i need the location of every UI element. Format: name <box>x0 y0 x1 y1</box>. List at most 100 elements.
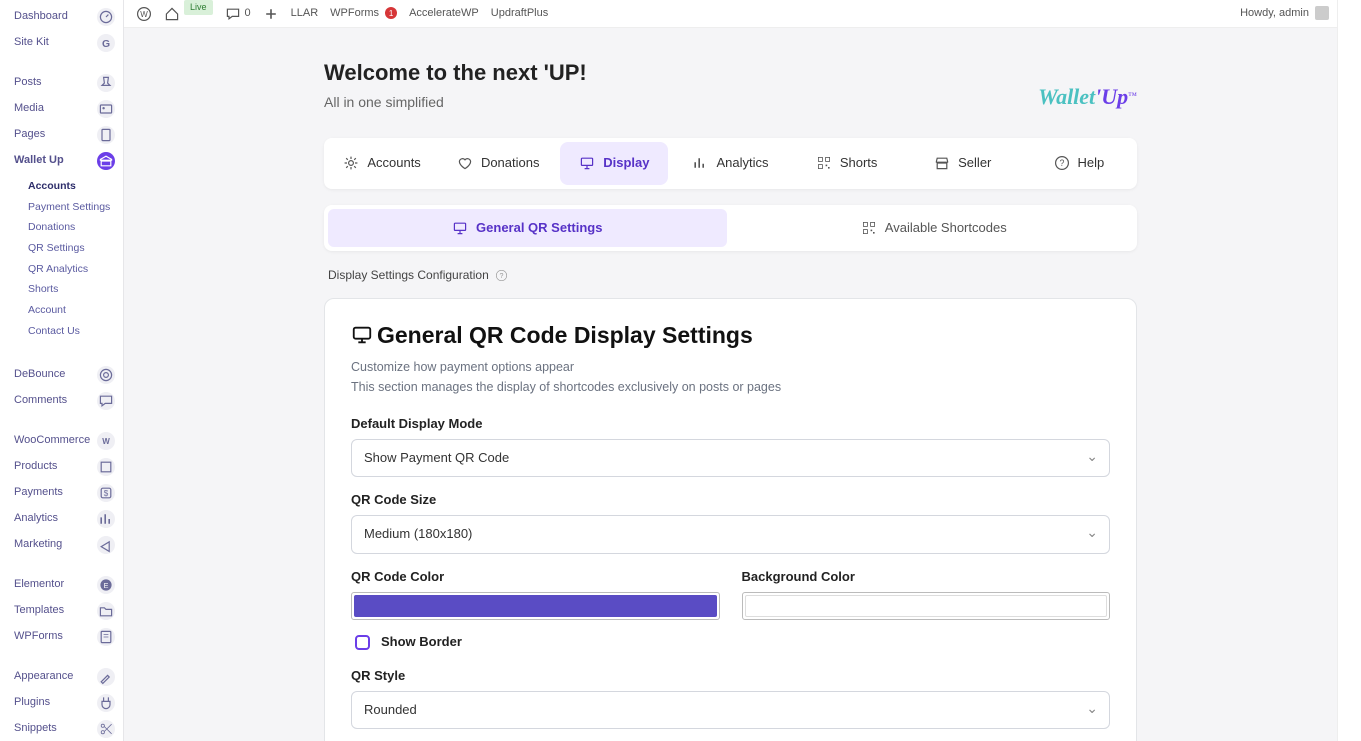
sidebar-item-appearance[interactable]: Appearance <box>0 664 123 690</box>
sidebar-item-dashboard[interactable]: Dashboard <box>0 4 123 30</box>
topbar-wpforms[interactable]: WPForms1 <box>330 6 397 21</box>
sidebar-item-snippets[interactable]: Snippets <box>0 716 123 741</box>
at-icon <box>97 366 115 384</box>
submenu-paymentsettings[interactable]: Payment Settings <box>18 197 123 218</box>
subtab-shortcodes[interactable]: Available Shortcodes <box>735 209 1134 247</box>
svg-text:W: W <box>140 10 148 19</box>
sidebar-item-walletup[interactable]: Wallet Up <box>0 148 123 174</box>
svg-text:E: E <box>104 581 109 590</box>
tab-accounts[interactable]: Accounts <box>328 142 436 184</box>
info-icon: ? <box>495 269 508 282</box>
topbar-acceleratewp[interactable]: AccelerateWP <box>409 6 479 21</box>
bars-icon <box>692 155 708 171</box>
el-icon: E <box>97 576 115 594</box>
home-icon[interactable]: Live <box>164 6 213 22</box>
bank-icon <box>97 152 115 170</box>
topbar-llar[interactable]: LLAR <box>291 6 319 21</box>
form-icon <box>97 628 115 646</box>
submenu-donations[interactable]: Donations <box>18 217 123 238</box>
sidebar-item-comments[interactable]: Comments <box>0 388 123 414</box>
chart-icon <box>97 510 115 528</box>
page-icon <box>97 126 115 144</box>
submenu-qrsettings[interactable]: QR Settings <box>18 238 123 259</box>
sidebar-item-payments[interactable]: Payments$ <box>0 480 123 506</box>
box-icon <box>97 458 115 476</box>
sidebar-item-templates[interactable]: Templates <box>0 598 123 624</box>
chat-icon <box>97 392 115 410</box>
walletup-submenu: AccountsPayment SettingsDonationsQR Sett… <box>0 174 123 348</box>
qrcolor-input[interactable] <box>351 592 720 620</box>
tab-display[interactable]: Display <box>560 142 668 184</box>
sidebar-item-wpforms2[interactable]: WPForms <box>0 624 123 650</box>
admin-sidebar: DashboardSite KitG PostsMediaPagesWallet … <box>0 0 124 741</box>
subtab-general[interactable]: General QR Settings <box>328 209 727 247</box>
monitor-icon <box>452 220 468 236</box>
walletup-logo: Wallet'Up™ <box>1038 82 1137 113</box>
folder-icon <box>97 602 115 620</box>
tab-help[interactable]: ?Help <box>1025 142 1133 184</box>
tab-donations[interactable]: Donations <box>444 142 552 184</box>
svg-text:$: $ <box>104 489 109 498</box>
border-checkbox[interactable] <box>355 635 370 650</box>
media-icon <box>97 100 115 118</box>
bgcolor-input[interactable] <box>742 592 1111 620</box>
sidebar-item-analytics[interactable]: Analytics <box>0 506 123 532</box>
woo-icon: W <box>97 432 115 450</box>
right-gutter <box>1337 0 1361 741</box>
svg-text:?: ? <box>1059 159 1064 169</box>
panel-desc: Customize how payment options appearThis… <box>351 357 1110 397</box>
wp-logo-icon[interactable]: W <box>136 6 152 22</box>
help-icon: ? <box>1054 155 1070 171</box>
size-label: QR Code Size <box>351 491 1110 509</box>
tab-shorts[interactable]: Shorts <box>793 142 901 184</box>
sidebar-item-debounce[interactable]: DeBounce <box>0 362 123 388</box>
config-heading: Display Settings Configuration ? <box>328 267 1137 284</box>
monitor-icon <box>579 155 595 171</box>
tab-seller[interactable]: Seller <box>909 142 1017 184</box>
sidebar-item-posts[interactable]: Posts <box>0 70 123 96</box>
sidebar-item-elementor[interactable]: ElementorE <box>0 572 123 598</box>
svg-text:W: W <box>102 437 110 446</box>
sidebar-item-marketing[interactable]: Marketing <box>0 532 123 558</box>
avatar[interactable] <box>1315 6 1329 20</box>
page-subtitle: All in one simplified <box>324 93 1137 113</box>
submenu-accounts[interactable]: Accounts <box>18 176 123 197</box>
submenu-qranalytics[interactable]: QR Analytics <box>18 259 123 280</box>
main-content: Welcome to the next 'UP! All in one simp… <box>124 28 1337 741</box>
comments-topbar[interactable]: 0 <box>225 6 251 22</box>
tab-analytics[interactable]: Analytics <box>676 142 784 184</box>
qr-icon <box>816 155 832 171</box>
page-title: Welcome to the next 'UP! <box>324 58 1137 89</box>
pin-icon <box>97 74 115 92</box>
sidebar-item-plugins[interactable]: Plugins <box>0 690 123 716</box>
sidebar-item-media[interactable]: Media <box>0 96 123 122</box>
submenu-contact[interactable]: Contact Us <box>18 321 123 342</box>
submenu-account[interactable]: Account <box>18 300 123 321</box>
size-select[interactable]: Medium (180x180) <box>351 515 1110 553</box>
sidebar-item-pages[interactable]: Pages <box>0 122 123 148</box>
main-tabs: AccountsDonationsDisplayAnalyticsShortsS… <box>324 138 1137 188</box>
submenu-shorts[interactable]: Shorts <box>18 279 123 300</box>
mode-select[interactable]: Show Payment QR Code <box>351 439 1110 477</box>
mode-label: Default Display Mode <box>351 415 1110 433</box>
sidebar-item-sitekit[interactable]: Site KitG <box>0 30 123 56</box>
settings-panel: General QR Code Display Settings Customi… <box>324 298 1137 741</box>
topbar-updraftplus[interactable]: UpdraftPlus <box>491 6 548 21</box>
monitor-icon <box>351 324 373 346</box>
svg-text:G: G <box>102 39 110 50</box>
new-plus-icon[interactable] <box>263 6 279 22</box>
style-select[interactable]: Rounded <box>351 691 1110 729</box>
plug-icon <box>97 694 115 712</box>
howdy[interactable]: Howdy, admin <box>1240 6 1309 21</box>
sidebar-item-products[interactable]: Products <box>0 454 123 480</box>
scissors-icon <box>97 720 115 738</box>
admin-topbar: W Live 0 LLAR WPForms1 AccelerateWP Updr… <box>124 0 1337 28</box>
bgcolor-label: Background Color <box>742 568 1111 586</box>
gauge-icon <box>97 8 115 26</box>
g-icon: G <box>97 34 115 52</box>
sidebar-item-woocommerce[interactable]: WooCommerceW <box>0 428 123 454</box>
border-checkbox-row[interactable]: Show Border <box>351 632 1110 653</box>
panel-title: General QR Code Display Settings <box>351 319 1110 351</box>
brush-icon <box>97 668 115 686</box>
svg-text:?: ? <box>499 272 503 280</box>
